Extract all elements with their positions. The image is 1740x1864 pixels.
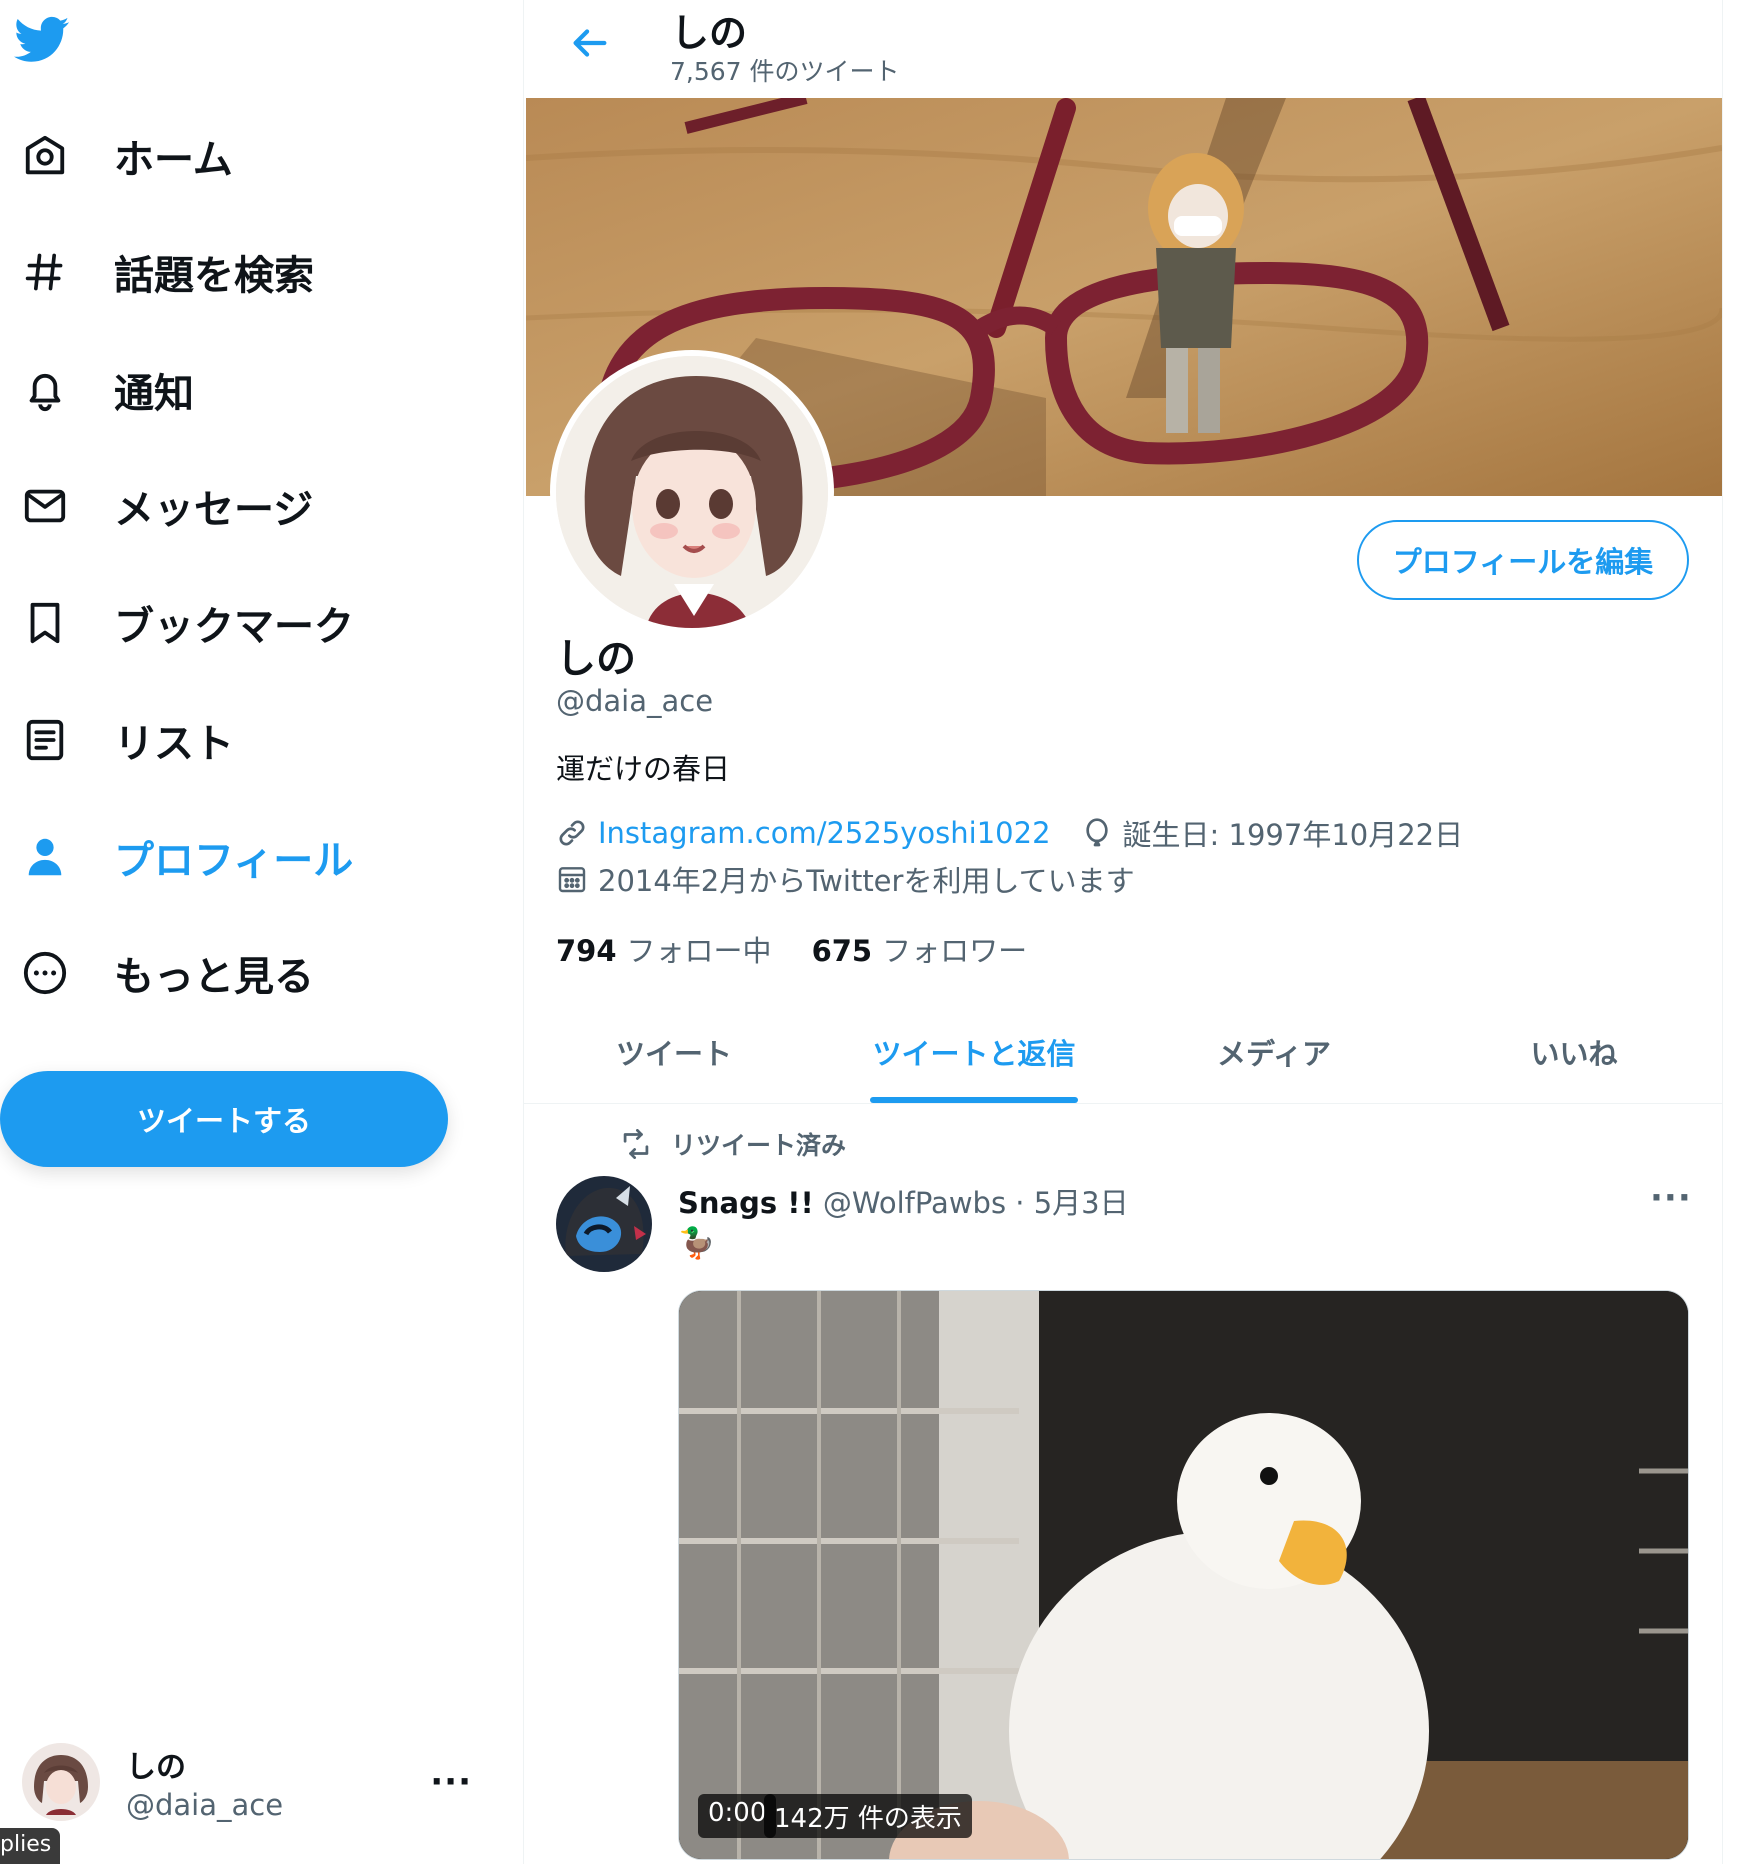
profile-handle: @daia_ace [556, 684, 714, 718]
header-title: しの [671, 11, 748, 55]
avatar [22, 1743, 100, 1821]
followers-label: フォロワー [882, 934, 1028, 968]
sidebar: ホーム 話題を検索 通知 メッセージ ブックマーク リスト プロフィール もっと… [0, 0, 523, 1864]
tweet-author-handle[interactable]: @WolfPawbs [823, 1186, 1006, 1220]
cookie-tab[interactable]: plies [0, 1828, 60, 1864]
following-label: フォロー中 [626, 934, 772, 968]
nav-label-messages: メッセージ [114, 487, 314, 533]
twitter-logo-icon[interactable] [13, 16, 74, 68]
header-tweet-count: 7,567 件のツイート [670, 57, 900, 86]
nav-explore[interactable]: 話題を検索 [20, 232, 314, 312]
tweet-separator: · [1015, 1186, 1025, 1220]
profile-column: しの 7,567 件のツイート プロフィールを編集 しの @daia_ace 運… [523, 0, 1723, 1864]
tweet-text: 🦆 [678, 1226, 716, 1261]
bell-icon [20, 365, 70, 415]
follow-stats: 794 フォロー中 675 フォロワー [556, 928, 1067, 970]
account-handle: @daia_ace [126, 1788, 284, 1822]
tab-media[interactable]: メディア [1124, 1000, 1424, 1103]
tweet-header: Snags !! @WolfPawbs · 5月3日 [678, 1180, 1129, 1222]
following-link[interactable]: 794 フォロー中 [556, 928, 772, 970]
profile-tabs: ツイート ツイートと返信 メディア いいね [524, 1000, 1722, 1104]
profile-avatar[interactable] [550, 350, 834, 634]
nav-messages[interactable]: メッセージ [20, 466, 313, 546]
nav-profile[interactable]: プロフィール [20, 817, 353, 897]
tweet-video[interactable] [678, 1290, 1689, 1860]
balloon-icon [1081, 817, 1113, 849]
profile-name: しの [556, 636, 636, 682]
tweet-author-name[interactable]: Snags !! [678, 1186, 814, 1220]
profile-website-link[interactable]: Instagram.com/2525yoshi1022 [598, 816, 1051, 850]
tab-tweets[interactable]: ツイート [524, 1000, 824, 1103]
tab-likes[interactable]: いいね [1424, 1000, 1722, 1103]
profile-joined-date: 2014年2月からTwitterを利用しています [598, 864, 1135, 898]
account-switcher[interactable]: しの @daia_ace ··· [22, 1740, 492, 1824]
hashtag-icon [20, 247, 70, 297]
retweet-icon [623, 1129, 649, 1159]
nav-label-lists: リスト [114, 721, 234, 767]
tweet-more-icon[interactable]: ··· [1650, 1178, 1692, 1218]
edit-profile-button[interactable]: プロフィールを編集 [1357, 520, 1689, 600]
nav-lists[interactable]: リスト [20, 700, 234, 780]
retweet-label: リツイート済み [671, 1131, 847, 1160]
list-icon [20, 715, 70, 765]
following-count: 794 [556, 934, 617, 968]
nav-bookmarks[interactable]: ブックマーク [20, 583, 354, 663]
person-icon [20, 832, 70, 882]
profile-meta-row: Instagram.com/2525yoshi1022 誕生日: 1997年10… [556, 812, 1463, 854]
link-icon [556, 817, 588, 849]
home-icon [20, 131, 70, 181]
tab-tweets-and-replies[interactable]: ツイートと返信 [824, 1000, 1124, 1103]
back-arrow-icon[interactable] [566, 20, 616, 70]
followers-count: 675 [811, 934, 873, 968]
mail-icon [20, 481, 70, 531]
more-dots-icon[interactable]: ··· [430, 1762, 472, 1802]
nav-label-more: もっと見る [114, 954, 314, 1000]
more-circle-icon [20, 948, 70, 998]
calendar-icon [556, 863, 588, 895]
nav-label-notifications: 通知 [114, 371, 194, 417]
nav-label-explore: 話題を検索 [114, 253, 314, 299]
profile-birthday: 誕生日: 1997年10月22日 [1122, 818, 1464, 852]
video-views-badge: 142万 件の表示 [764, 1794, 972, 1838]
nav-label-bookmarks: ブックマーク [114, 604, 354, 650]
profile-bio: 運だけの春日 [556, 752, 731, 786]
nav-label-home: ホーム [114, 137, 233, 183]
nav-more[interactable]: もっと見る [20, 933, 314, 1013]
retweet-indicator: リツイート済み [619, 1126, 846, 1162]
tweet-button[interactable]: ツイートする [0, 1071, 448, 1167]
profile-header: しの 7,567 件のツイート [524, 0, 1722, 98]
nav-home[interactable]: ホーム [20, 116, 233, 196]
nav-label-profile: プロフィール [114, 838, 354, 884]
tweet-author-avatar[interactable] [556, 1176, 652, 1272]
profile-joined-row: 2014年2月からTwitterを利用しています [556, 858, 1135, 900]
followers-link[interactable]: 675 フォロワー [812, 928, 1028, 970]
bookmark-icon [20, 598, 70, 648]
nav-notifications[interactable]: 通知 [20, 350, 194, 430]
tweet-date[interactable]: 5月3日 [1034, 1186, 1129, 1220]
account-name: しの [126, 1750, 186, 1785]
